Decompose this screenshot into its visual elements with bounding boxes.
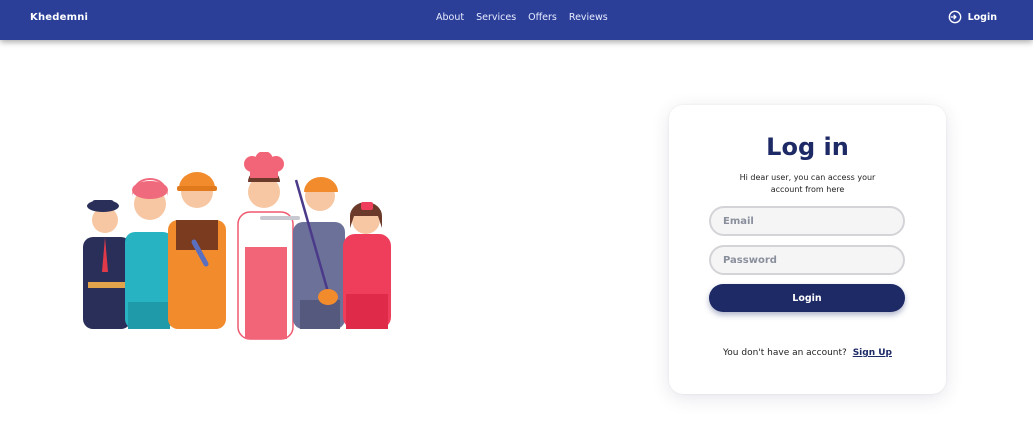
brand-logo[interactable]: Khedemni xyxy=(30,12,88,23)
login-title: Log in xyxy=(766,133,849,161)
login-submit-button[interactable]: Login xyxy=(709,284,905,312)
password-field[interactable] xyxy=(709,245,905,275)
nav-links: About Services Offers Reviews xyxy=(436,12,608,23)
login-icon xyxy=(948,10,961,24)
nav-login-label: Login xyxy=(967,11,997,23)
nav-login-button[interactable]: Login xyxy=(948,10,997,24)
nav-link-about[interactable]: About xyxy=(436,12,464,23)
top-navbar: Khedemni About Services Offers Reviews L… xyxy=(0,0,1033,40)
login-card: Log in Hi dear user, you can access your… xyxy=(669,105,946,394)
chef-figure xyxy=(237,152,300,340)
construction-worker-figure xyxy=(168,172,226,329)
workers-group-illustration xyxy=(83,152,391,340)
signup-prompt: You don't have an account? xyxy=(722,348,847,358)
signup-link[interactable]: Sign Up xyxy=(853,348,892,358)
police-officer-figure xyxy=(83,200,131,329)
nav-link-offers[interactable]: Offers xyxy=(528,12,557,23)
login-subtitle: Hi dear user, you can access your accoun… xyxy=(739,173,876,194)
cleaner-figure xyxy=(293,177,345,329)
nav-link-reviews[interactable]: Reviews xyxy=(569,12,608,23)
nav-link-services[interactable]: Services xyxy=(476,12,516,23)
email-field[interactable] xyxy=(709,206,905,236)
nurse-figure xyxy=(125,178,173,329)
flight-attendant-figure xyxy=(343,202,391,329)
signup-row: You don't have an account? Sign Up xyxy=(669,348,946,358)
